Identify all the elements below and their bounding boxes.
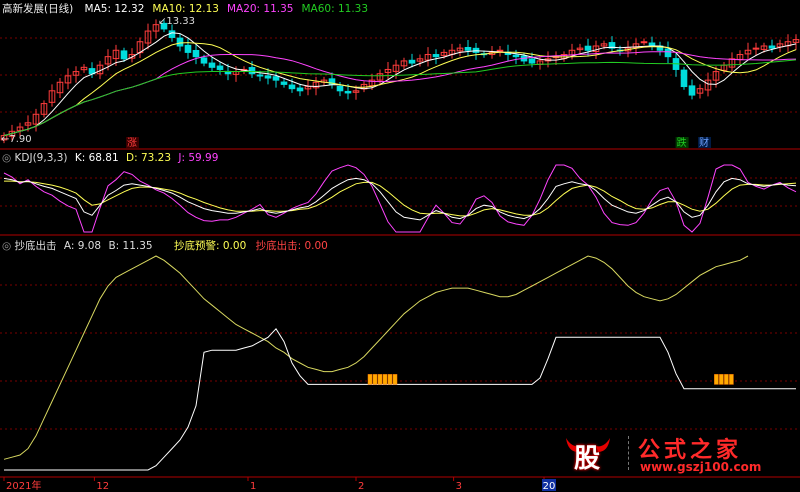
kdj-settings-icon[interactable]: ◎ xyxy=(2,152,11,164)
main-panel-header: 高新发展(日线) MA5: 12.32 MA10: 12.13 MA20: 11.3… xyxy=(2,1,368,16)
watermark-divider xyxy=(628,436,630,470)
candle-body-85 xyxy=(680,69,688,88)
ma-legend-item-3: MA60: 11.33 xyxy=(301,3,369,15)
candle-body-94 xyxy=(752,47,760,50)
candle-body-64 xyxy=(512,54,520,58)
candle-body-73 xyxy=(584,45,592,51)
watermark-logo: 股 xyxy=(562,432,614,474)
kdj-lines xyxy=(3,164,797,233)
tag-text-2: 财 xyxy=(699,136,709,149)
signal-bar-1 xyxy=(724,374,729,385)
panel-frames xyxy=(0,148,800,478)
moving-average-lines xyxy=(3,32,797,137)
grid-lines xyxy=(0,37,800,430)
axis-label-4: 3 xyxy=(456,481,462,492)
signal-bar-0 xyxy=(372,374,378,385)
tag-text-1: 跌 xyxy=(677,136,687,149)
candle-body-54 xyxy=(432,54,440,58)
axis-label-3: 2 xyxy=(358,481,364,492)
ma-legend-item-1: MA10: 12.13 xyxy=(152,3,219,15)
signal-bar-0 xyxy=(377,374,383,385)
candle-body-83 xyxy=(664,48,672,58)
kdj-j-line xyxy=(3,164,797,233)
hit-value: 抄底出击: 0.00 xyxy=(255,240,328,252)
low-marker: ←7.90 xyxy=(1,134,32,145)
high-marker-value: 13.33 xyxy=(166,16,196,27)
ma5-line xyxy=(3,32,797,137)
candle-body-51 xyxy=(408,59,416,64)
axis-label-5: 20 xyxy=(543,481,556,492)
high-marker: ↙13.33 xyxy=(158,16,195,27)
kdj-k-line xyxy=(3,177,797,221)
event-tags: 涨 跌财 xyxy=(126,136,711,149)
bottom-signal-legend: 抄底预警: 0.00 抄底出击: 0.00 xyxy=(174,238,328,253)
candle-body-22 xyxy=(176,37,184,47)
warn-value: 抄底预警: 0.00 xyxy=(174,240,247,252)
ma-legend: MA5: 12.32 MA10: 12.13 MA20: 11.35 MA60: 11… xyxy=(77,3,369,15)
candle-body-33 xyxy=(264,75,272,79)
candle-body-35 xyxy=(280,81,288,85)
candle-body-32 xyxy=(256,74,264,77)
candle-body-86 xyxy=(688,85,696,96)
candle-body-36 xyxy=(288,84,296,90)
kdj-k-value: K: 68.81 xyxy=(74,152,119,164)
signal-bar-0 xyxy=(367,374,373,385)
candle-body-25 xyxy=(200,57,208,64)
kdj-j-value: J: 59.99 xyxy=(178,152,219,164)
bottom-settings-icon[interactable]: ◎ xyxy=(2,240,11,252)
candle-body-26 xyxy=(208,62,216,68)
candle-body-42 xyxy=(336,85,344,92)
candle-body-37 xyxy=(296,87,304,92)
candle-body-96 xyxy=(768,45,776,49)
candle-body-34 xyxy=(272,76,280,81)
time-axis: 2021年 12 1 2 3 20 xyxy=(3,477,556,492)
candle-body-66 xyxy=(528,58,536,64)
ma-legend-item-2: MA20: 11.35 xyxy=(226,3,294,15)
signal-bar-1 xyxy=(719,374,724,385)
candle-body-15 xyxy=(120,50,128,60)
watermark-url: www.gszj100.com xyxy=(640,460,762,474)
signal-bar-0 xyxy=(392,374,398,385)
signal-bar-0 xyxy=(387,374,393,385)
candle-body-23 xyxy=(184,44,192,53)
watermark-logo-char: 股 xyxy=(574,444,601,474)
low-marker-value: 7.90 xyxy=(9,134,32,145)
kdj-title[interactable]: KDJ(9,3,3) xyxy=(15,152,68,164)
signal-bar-0 xyxy=(382,374,388,385)
candle-body-31 xyxy=(248,67,256,75)
axis-label-2: 1 xyxy=(250,481,256,492)
axis-label-1: 12 xyxy=(96,481,109,492)
candle-body-80 xyxy=(640,41,648,44)
ma-legend-item-0: MA5: 12.32 xyxy=(84,3,145,15)
bottom-panel-header: ◎ 抄底出击 A: 9.08 B: 11.35 xyxy=(2,238,153,253)
tag-text-0: 涨 xyxy=(127,137,137,149)
bottom-a-value: A: 9.08 xyxy=(63,240,102,252)
bottom-b-value: B: 11.35 xyxy=(108,240,153,252)
kdj-d-value: D: 73.23 xyxy=(126,152,172,164)
candle-body-43 xyxy=(344,90,352,94)
signal-bar-1 xyxy=(714,374,719,385)
candle-body-27 xyxy=(216,65,224,70)
bottom-title[interactable]: 抄底出击 xyxy=(15,240,57,252)
main-panel-title[interactable]: 高新发展(日线) xyxy=(2,3,73,15)
candle-body-24 xyxy=(192,49,200,58)
axis-label-0: 2021年 xyxy=(6,479,41,492)
candle-body-58 xyxy=(464,46,472,51)
kdj-panel-header: ◎ KDJ(9,3,3) K: 68.81 D: 73.23 J: 59.99 xyxy=(2,152,218,164)
watermark: 股 公式之家 www.gszj100.com xyxy=(560,430,798,476)
ma60-line xyxy=(3,59,797,137)
signal-bar-1 xyxy=(729,374,734,385)
candle-body-62 xyxy=(496,49,504,52)
